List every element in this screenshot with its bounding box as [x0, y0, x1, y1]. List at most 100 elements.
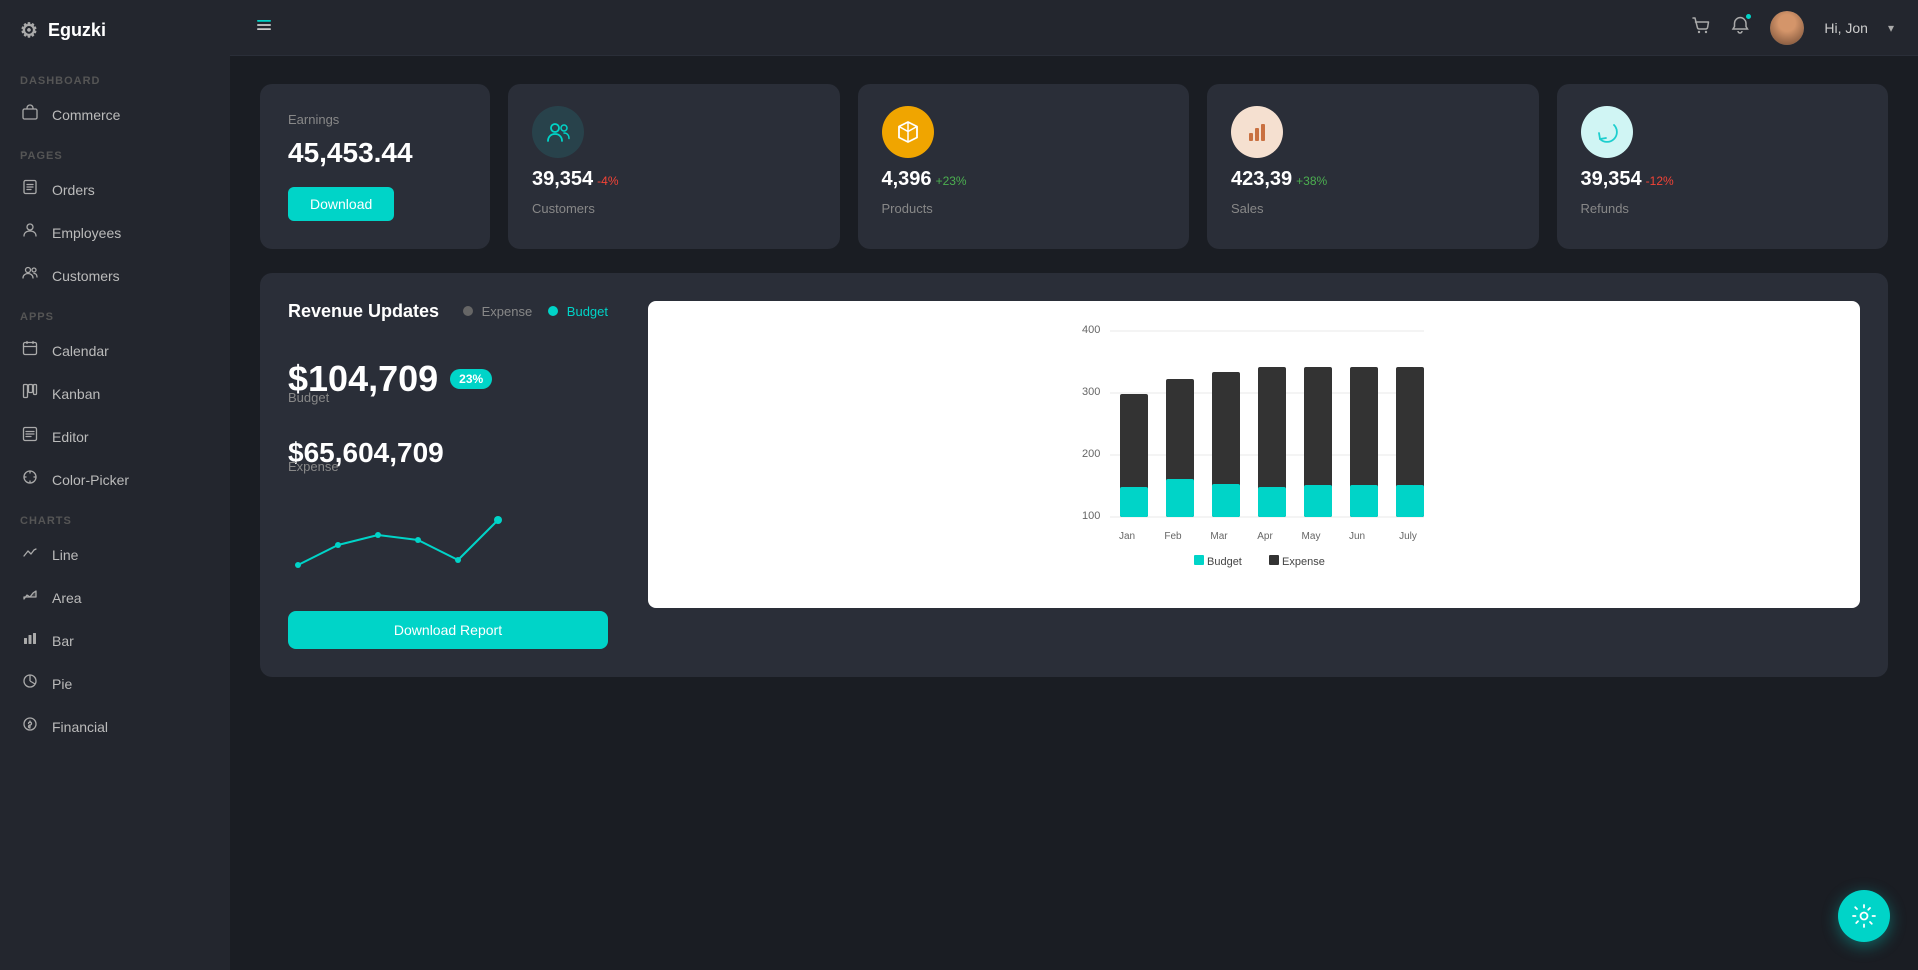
cart-icon[interactable] — [1690, 15, 1710, 40]
sidebar-item-commerce[interactable]: Commerce — [0, 93, 230, 136]
sidebar-item-pie[interactable]: Pie — [0, 662, 230, 705]
sales-stat-number: 423,39 — [1231, 168, 1292, 191]
refunds-stat-icon — [1581, 106, 1633, 158]
svg-text:Feb: Feb — [1164, 531, 1182, 542]
budget-legend-label: Budget — [567, 304, 608, 319]
sidebar: ⚙ Eguzki DASHBOARD Commerce PAGES Orders… — [0, 0, 230, 970]
sidebar-item-bar[interactable]: Bar — [0, 619, 230, 662]
app-logo: ⚙ Eguzki — [0, 0, 230, 61]
sidebar-item-kanban[interactable]: Kanban — [0, 372, 230, 415]
settings-fab-button[interactable] — [1838, 890, 1890, 942]
refunds-stat-desc: Refunds — [1581, 201, 1865, 216]
stat-cards-row: Earnings 45,453.44 Download 39,354 -4% C… — [260, 84, 1888, 249]
sales-stat-desc: Sales — [1231, 201, 1515, 216]
kanban-label: Kanban — [52, 386, 100, 402]
stat-card-products: 4,396 +23% Products — [858, 84, 1190, 249]
section-label-apps: APPS — [0, 297, 230, 329]
sidebar-item-financial[interactable]: Financial — [0, 705, 230, 748]
sales-stat-row: 423,39 +38% — [1231, 168, 1515, 191]
sidebar-toggle-icon[interactable] — [254, 15, 274, 40]
employees-icon — [20, 222, 40, 243]
editor-label: Editor — [52, 429, 89, 445]
customers-icon — [20, 265, 40, 286]
customers-stat-icon — [532, 106, 584, 158]
customers-label: Customers — [52, 268, 120, 284]
refunds-stat-change: -12% — [1646, 174, 1674, 188]
expense-label: Expense — [288, 459, 608, 474]
svg-text:Budget: Budget — [1207, 556, 1242, 568]
pie-chart-icon — [20, 673, 40, 694]
svg-text:Expense: Expense — [1282, 556, 1325, 568]
bar-chart-icon — [20, 630, 40, 651]
svg-text:July: July — [1399, 531, 1417, 542]
color-picker-icon — [20, 469, 40, 490]
sidebar-item-employees[interactable]: Employees — [0, 211, 230, 254]
area-chart-icon — [20, 587, 40, 608]
orders-icon — [20, 179, 40, 200]
customers-stat-row: 39,354 -4% — [532, 168, 816, 191]
topbar-right: Hi, Jon ▾ — [1690, 11, 1894, 45]
refunds-stat-number: 39,354 — [1581, 168, 1642, 191]
svg-text:May: May — [1302, 531, 1321, 542]
sidebar-item-editor[interactable]: Editor — [0, 415, 230, 458]
products-stat-icon — [882, 106, 934, 158]
svg-text:Mar: Mar — [1210, 531, 1228, 542]
earnings-value: 45,453.44 — [288, 137, 462, 169]
chevron-down-icon[interactable]: ▾ — [1888, 21, 1894, 35]
expense-legend-label: Expense — [482, 304, 533, 319]
sidebar-item-orders[interactable]: Orders — [0, 168, 230, 211]
section-label-pages: PAGES — [0, 136, 230, 168]
calendar-label: Calendar — [52, 343, 109, 359]
revenue-right: 400 300 200 100 — [648, 301, 1860, 608]
kanban-icon — [20, 383, 40, 404]
svg-text:Jun: Jun — [1349, 531, 1365, 542]
revenue-title: Revenue Updates — [288, 301, 439, 322]
editor-icon — [20, 426, 40, 447]
budget-dot — [548, 306, 558, 316]
stat-card-refunds: 39,354 -12% Refunds — [1557, 84, 1889, 249]
content-area: Earnings 45,453.44 Download 39,354 -4% C… — [230, 56, 1918, 970]
pie-label: Pie — [52, 676, 72, 692]
budget-badge: 23% — [450, 369, 492, 389]
download-button[interactable]: Download — [288, 187, 394, 221]
commerce-label: Commerce — [52, 107, 120, 123]
customers-stat-desc: Customers — [532, 201, 816, 216]
avatar — [1770, 11, 1804, 45]
products-stat-number: 4,396 — [882, 168, 932, 191]
sidebar-item-line[interactable]: Line — [0, 533, 230, 576]
sparkline-chart — [288, 500, 528, 580]
main-area: Hi, Jon ▾ Earnings 45,453.44 Download 39… — [230, 0, 1918, 970]
sales-stat-change: +38% — [1296, 174, 1327, 188]
line-chart-icon — [20, 544, 40, 565]
bar-chart-container: 400 300 200 100 — [648, 301, 1860, 608]
sidebar-item-color-picker[interactable]: Color-Picker — [0, 458, 230, 501]
bell-icon[interactable] — [1730, 15, 1750, 40]
expense-dot — [463, 306, 473, 316]
user-name[interactable]: Hi, Jon — [1824, 20, 1868, 36]
sidebar-section-dashboard: DASHBOARD Commerce — [0, 61, 230, 136]
app-name: Eguzki — [48, 20, 106, 41]
color-picker-label: Color-Picker — [52, 472, 129, 488]
sparkline-container — [288, 500, 608, 585]
earnings-card: Earnings 45,453.44 Download — [260, 84, 490, 249]
svg-text:100: 100 — [1082, 510, 1100, 522]
refunds-stat-row: 39,354 -12% — [1581, 168, 1865, 191]
orders-label: Orders — [52, 182, 95, 198]
sidebar-section-apps: APPS Calendar Kanban Editor Color-Picker — [0, 297, 230, 501]
revenue-card: Revenue Updates Expense Budget — [260, 273, 1888, 677]
svg-text:200: 200 — [1082, 448, 1100, 460]
expense-legend-item: Expense — [463, 304, 532, 319]
sidebar-item-calendar[interactable]: Calendar — [0, 329, 230, 372]
area-label: Area — [52, 590, 82, 606]
topbar: Hi, Jon ▾ — [230, 0, 1918, 56]
section-label-charts: CHARTS — [0, 501, 230, 533]
svg-text:Jan: Jan — [1119, 531, 1135, 542]
sidebar-item-customers[interactable]: Customers — [0, 254, 230, 297]
revenue-header: Revenue Updates Expense Budget — [288, 301, 608, 322]
download-report-button[interactable]: Download Report — [288, 611, 608, 649]
sidebar-item-area[interactable]: Area — [0, 576, 230, 619]
earnings-label: Earnings — [288, 112, 462, 127]
sidebar-section-charts: CHARTS Line Area Bar Pie — [0, 501, 230, 748]
topbar-left — [254, 15, 274, 40]
svg-text:Apr: Apr — [1257, 531, 1273, 542]
